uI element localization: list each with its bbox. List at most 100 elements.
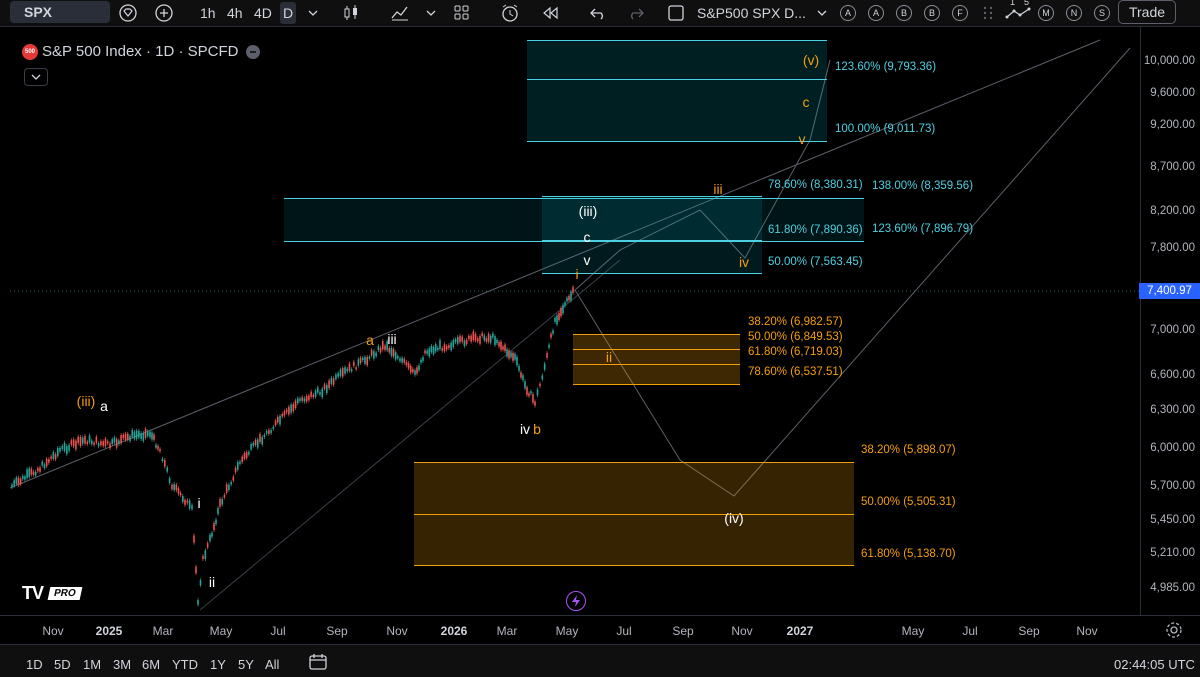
candle-body — [401, 357, 403, 363]
alert-n-button[interactable]: N — [1066, 5, 1082, 21]
candle-body — [339, 369, 342, 376]
top-toolbar: SPX 1h 4h 4D D S&P500 SPX D... A A B B F… — [0, 0, 1200, 27]
wave-label: iv — [519, 421, 531, 437]
candle-body — [539, 383, 541, 387]
alert-a-button[interactable]: A — [840, 5, 856, 21]
candle-body — [326, 384, 328, 394]
drag-handle-icon[interactable] — [978, 3, 998, 23]
range-1y[interactable]: 1Y — [210, 657, 226, 672]
candle-body — [186, 500, 189, 503]
candle-body — [536, 389, 539, 396]
calendar-range-icon[interactable] — [308, 653, 328, 676]
alert-b-button[interactable]: B — [896, 5, 912, 21]
candle-body — [126, 433, 129, 440]
candle-body — [39, 467, 41, 472]
candle-body — [528, 393, 530, 397]
candle-body — [487, 333, 490, 342]
candle-body — [407, 363, 410, 369]
candle-body — [405, 362, 408, 366]
range-6m[interactable]: 6M — [142, 657, 160, 672]
fib-zone-mid[interactable] — [542, 196, 762, 274]
time-axis[interactable]: Nov 2025 Mar May Jul Sep Nov 2026 Mar Ma… — [0, 615, 1200, 644]
wave-label: (iii) — [76, 393, 96, 409]
candle-body — [426, 350, 428, 354]
wave-label: i — [575, 266, 579, 282]
candle-body — [341, 367, 344, 377]
range-1m[interactable]: 1M — [83, 657, 101, 672]
layout-grid-icon[interactable] — [452, 3, 472, 23]
legend-expand-button[interactable] — [24, 68, 48, 86]
time-tick: May — [901, 624, 925, 638]
candle-body — [124, 433, 127, 440]
indicators-icon[interactable] — [390, 3, 410, 23]
chevron-down-icon[interactable] — [812, 3, 832, 23]
alert-s-button[interactable]: S — [1094, 5, 1110, 21]
timeframe-1h[interactable]: 1h — [200, 0, 216, 26]
add-compare-icon[interactable] — [154, 3, 174, 23]
candle-body — [316, 387, 319, 393]
diamond-icon[interactable] — [118, 3, 138, 23]
candle-body — [348, 363, 351, 371]
chevron-down-icon[interactable] — [303, 3, 323, 23]
symbol-search[interactable]: SPX — [10, 1, 110, 23]
candle-body — [556, 315, 558, 325]
fib-zone-orange-small[interactable] — [573, 334, 740, 385]
alert-f-button[interactable]: F — [952, 5, 968, 21]
alert-clock-icon[interactable] — [500, 3, 520, 23]
range-5y[interactable]: 5Y — [238, 657, 254, 672]
candle-body — [191, 505, 193, 510]
price-tick: 8,700.00 — [1150, 161, 1195, 173]
alert-m-button[interactable]: M — [1038, 5, 1054, 21]
candle-body — [270, 430, 272, 434]
timeframe-4d[interactable]: 4D — [254, 0, 272, 26]
series-title: S&P 500 Index · 1D · SPCFD — [42, 43, 239, 60]
range-ytd[interactable]: YTD — [172, 657, 198, 672]
series-legend[interactable]: 500 S&P 500 Index · 1D · SPCFD — [22, 43, 261, 60]
fib-zone-upper[interactable] — [527, 40, 827, 142]
checkbox-icon[interactable] — [666, 3, 686, 23]
timeframe-4h[interactable]: 4h — [227, 0, 243, 26]
wave-label: iv — [738, 254, 750, 270]
range-1d[interactable]: 1D — [26, 657, 43, 672]
settings-gear-icon[interactable] — [1165, 621, 1183, 644]
layout-name[interactable]: S&P500 SPX D... — [697, 0, 806, 26]
undo-icon[interactable] — [588, 3, 608, 23]
candle-body — [86, 441, 89, 444]
trade-button[interactable]: Trade — [1118, 0, 1176, 24]
utc-clock[interactable]: 02:44:05 UTC — [1114, 657, 1195, 672]
time-tick: Jul — [962, 624, 978, 638]
candle-body — [173, 484, 175, 490]
candle-body — [381, 340, 384, 350]
fib-label: 38.20% (6,982.57) — [748, 316, 843, 328]
price-axis[interactable]: 10,000.00 9,600.00 9,200.00 8,700.00 8,2… — [1140, 27, 1200, 615]
collapse-icon[interactable] — [246, 44, 261, 59]
alert-a-button-2[interactable]: A — [868, 5, 884, 21]
alert-b-button-2[interactable]: B — [924, 5, 940, 21]
candle-body — [364, 356, 366, 364]
candle-body — [353, 361, 355, 366]
candle-body — [274, 420, 277, 426]
time-tick: 2027 — [786, 624, 814, 638]
candle-body — [159, 449, 161, 452]
candle-body — [470, 335, 472, 342]
timeframe-d[interactable]: D — [280, 2, 296, 24]
candle-body — [512, 352, 514, 361]
candle-body — [54, 454, 57, 460]
candle-style-icon[interactable] — [341, 3, 361, 23]
redo-icon[interactable] — [626, 3, 646, 23]
candle-body — [26, 469, 28, 479]
replay-icon[interactable] — [540, 3, 560, 23]
candle-body — [48, 459, 50, 463]
candle-body — [204, 550, 207, 560]
range-3m[interactable]: 3M — [113, 657, 131, 672]
lightning-event-icon[interactable] — [566, 591, 586, 611]
fib-label: 61.80% (5,138.70) — [861, 548, 956, 560]
fib-label: 38.20% (5,898.07) — [861, 444, 956, 456]
candle-body — [135, 430, 138, 439]
chevron-down-icon[interactable] — [421, 3, 441, 23]
candle-body — [418, 365, 420, 371]
range-all[interactable]: All — [265, 657, 279, 672]
range-5d[interactable]: 5D — [54, 657, 71, 672]
candle-body — [102, 441, 104, 446]
candle-body — [412, 369, 414, 373]
